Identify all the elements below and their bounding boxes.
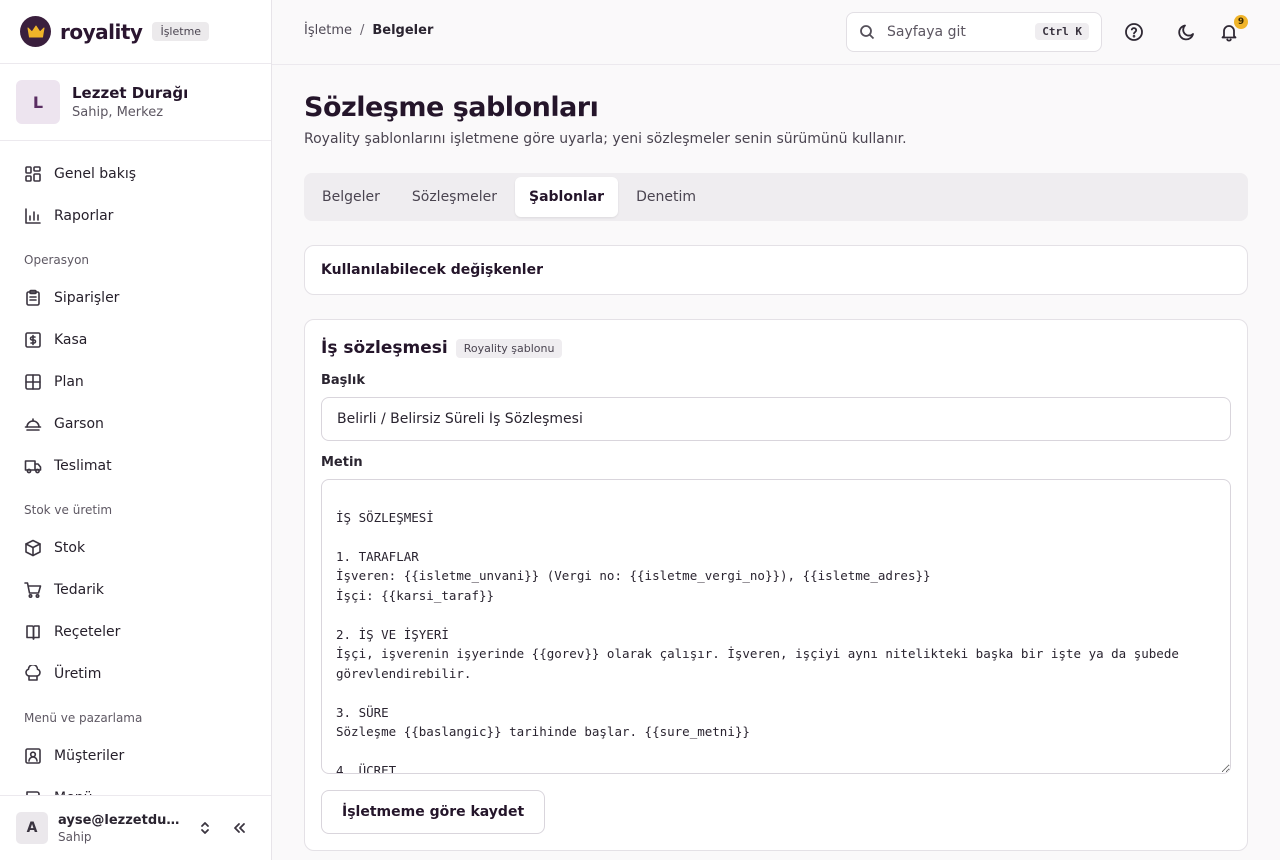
sidebar-item-stok[interactable]: Stok bbox=[0, 527, 271, 569]
sidebar-item-siparisler[interactable]: Siparişler bbox=[0, 277, 271, 319]
business-switcher[interactable]: L Lezzet Durağı Sahip, Merkez bbox=[0, 64, 271, 141]
business-name: Lezzet Durağı bbox=[72, 84, 189, 102]
sidebar-item-label: Reçeteler bbox=[54, 624, 121, 640]
title-field[interactable] bbox=[321, 397, 1231, 441]
sidebar-item-genel-bakis[interactable]: Genel bakış bbox=[0, 153, 271, 195]
tab-sozlesmeler[interactable]: Sözleşmeler bbox=[398, 177, 511, 217]
sidebar-item-label: Müşteriler bbox=[54, 748, 125, 764]
user-role: Sahip bbox=[58, 829, 92, 844]
chef-hat-icon bbox=[25, 665, 41, 681]
nav-section-title: Stok ve üretim bbox=[24, 503, 113, 517]
nav-section-title: Operasyon bbox=[24, 253, 90, 267]
sidebar-item-plan[interactable]: Plan bbox=[0, 361, 271, 403]
contact-icon bbox=[25, 748, 41, 764]
sidebar-item-label: Kasa bbox=[54, 332, 88, 348]
sidebar-item-label: Tedarik bbox=[54, 582, 105, 598]
sidebar-item-label: Raporlar bbox=[54, 208, 114, 224]
brand-name: royality bbox=[60, 19, 143, 44]
help-icon bbox=[1125, 23, 1143, 41]
page-title: Sözleşme şablonları bbox=[304, 92, 599, 123]
breadcrumb: İşletme / Belgeler bbox=[304, 23, 433, 38]
sidebar-item-label: Üretim bbox=[54, 666, 102, 682]
main-content: Sözleşme şablonları Royality şablonların… bbox=[304, 65, 1248, 851]
body-textarea[interactable]: İŞ SÖZLEŞMESİ 1. TARAFLAR İşveren: {{isl… bbox=[321, 479, 1231, 774]
breadcrumb-current: Belgeler bbox=[372, 23, 434, 38]
sidebar-item-label: Plan bbox=[54, 374, 84, 390]
nav-section-title: Menü ve pazarlama bbox=[24, 711, 143, 725]
business-role: Sahip, Merkez bbox=[72, 105, 164, 120]
sidebar-nav: Genel bakış Raporlar Operasyon Siparişle… bbox=[0, 141, 271, 819]
user-menu[interactable]: A ayse@lezzetduragi.com Sahip bbox=[0, 795, 271, 860]
box-icon bbox=[25, 539, 41, 557]
sidebar-item-musteriler[interactable]: Müşteriler bbox=[0, 735, 271, 777]
title-field-label: Başlık bbox=[321, 373, 365, 388]
notification-count-badge: 9 bbox=[1234, 15, 1248, 29]
chevrons-up-down-icon[interactable] bbox=[192, 815, 218, 841]
grid-icon bbox=[25, 374, 41, 390]
variables-collapsible[interactable]: Kullanılabilecek değişkenler bbox=[304, 245, 1248, 295]
sidebar-item-label: Genel bakış bbox=[54, 166, 137, 182]
sidebar-item-receteler[interactable]: Reçeteler bbox=[0, 611, 271, 653]
sidebar-item-garson[interactable]: Garson bbox=[0, 403, 271, 445]
user-email: ayse@lezzetduragi.com bbox=[58, 812, 184, 828]
crown-logo-icon bbox=[20, 16, 51, 47]
keyboard-shortcut: Ctrl K bbox=[1035, 23, 1089, 40]
tab-denetim[interactable]: Denetim bbox=[622, 177, 710, 217]
body-field-label: Metin bbox=[321, 455, 363, 470]
template-source-badge: Royality şablonu bbox=[455, 338, 563, 358]
notifications-button[interactable]: 9 bbox=[1216, 15, 1248, 45]
dashboard-icon bbox=[25, 166, 41, 182]
moon-icon bbox=[1178, 24, 1194, 41]
tab-bar: Belgeler Sözleşmeler Şablonlar Denetim bbox=[304, 173, 1248, 221]
book-icon bbox=[26, 625, 40, 640]
bar-chart-icon bbox=[25, 208, 41, 224]
business-avatar: L bbox=[16, 80, 60, 124]
sidebar-item-label: Garson bbox=[54, 416, 104, 432]
breadcrumb-separator: / bbox=[359, 23, 365, 38]
search-input[interactable]: Sayfaya git Ctrl K bbox=[846, 12, 1102, 52]
breadcrumb-item[interactable]: İşletme bbox=[304, 23, 352, 38]
clipboard-icon bbox=[26, 289, 40, 306]
sidebar-item-raporlar[interactable]: Raporlar bbox=[0, 195, 271, 237]
sidebar: royality İşletme L Lezzet Durağı Sahip, … bbox=[0, 0, 272, 860]
cart-icon bbox=[24, 582, 42, 599]
save-template-button[interactable]: İşletmeme göre kaydet bbox=[321, 790, 546, 834]
user-avatar: A bbox=[16, 812, 48, 844]
tab-sablonlar[interactable]: Şablonlar bbox=[514, 177, 619, 217]
template-title: İş sözleşmesi bbox=[321, 338, 448, 358]
cloche-icon bbox=[24, 418, 42, 431]
template-card: İş sözleşmesi Royality şablonu Başlık Me… bbox=[304, 319, 1248, 851]
sidebar-item-label: Teslimat bbox=[54, 458, 112, 474]
collapse-sidebar-icon[interactable] bbox=[226, 815, 252, 841]
brand-badge: İşletme bbox=[152, 22, 210, 41]
sidebar-item-label: Siparişler bbox=[54, 290, 120, 306]
sidebar-item-uretim[interactable]: Üretim bbox=[0, 653, 271, 695]
topbar: İşletme / Belgeler Sayfaya git Ctrl K 9 bbox=[272, 0, 1280, 65]
search-icon bbox=[860, 25, 875, 40]
theme-toggle-button[interactable] bbox=[1174, 19, 1200, 45]
sidebar-item-tedarik[interactable]: Tedarik bbox=[0, 569, 271, 611]
sidebar-item-label: Stok bbox=[54, 540, 86, 556]
page-description: Royality şablonlarını işletmene göre uya… bbox=[304, 131, 907, 147]
cash-register-icon bbox=[25, 332, 41, 348]
help-button[interactable] bbox=[1121, 19, 1147, 45]
search-placeholder: Sayfaya git bbox=[887, 24, 966, 40]
sidebar-item-teslimat[interactable]: Teslimat bbox=[0, 445, 271, 487]
sidebar-item-kasa[interactable]: Kasa bbox=[0, 319, 271, 361]
tab-belgeler[interactable]: Belgeler bbox=[308, 177, 394, 217]
truck-icon bbox=[24, 460, 42, 474]
brand: royality İşletme bbox=[0, 0, 271, 64]
